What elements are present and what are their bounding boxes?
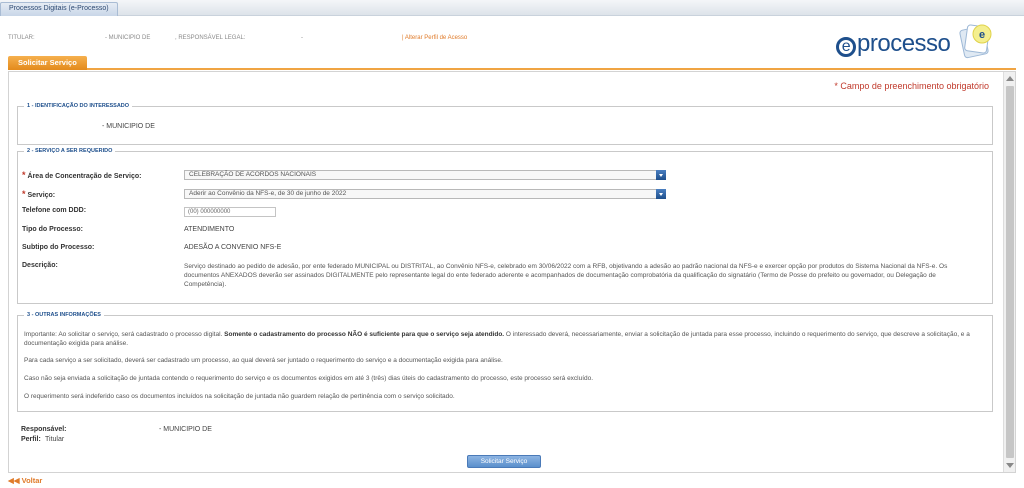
info-paragraph-1: Importante: Ao solicitar o serviço, será… [24, 331, 970, 347]
servico-select-value: Aderir ao Convênio da NFS-e, de 30 de ju… [189, 190, 347, 197]
perfil-value: Titular [45, 436, 65, 443]
required-star: * [22, 189, 26, 199]
servico-dropdown-icon[interactable] [656, 189, 666, 199]
subtipo-value: ADESÃO A CONVENIO NFS-E [184, 244, 282, 251]
section-identificacao: 1 - IDENTIFICAÇÃO DO INTERESSADO - MUNIC… [17, 103, 993, 145]
subtipo-label: Subtipo do Processo: [22, 244, 95, 251]
section3-legend: 3 - OUTRAS INFORMAÇÕES [27, 312, 101, 318]
solicitar-servico-button[interactable]: Solicitar Serviço [467, 455, 541, 468]
window-tab-title[interactable]: Processos Digitais (e-Processo) [0, 2, 118, 16]
area-select[interactable]: CELEBRAÇÃO DE ACORDOS NACIONAIS [184, 170, 666, 180]
logo-badge-icon: e [959, 24, 992, 59]
svg-text:e: e [979, 29, 985, 41]
window-top-bar: Processos Digitais (e-Processo) [0, 0, 1024, 16]
header-dash: - [301, 35, 303, 41]
main-panel: * Campo de preenchimento obrigatório 1 -… [8, 71, 1016, 473]
scroll-down-arrow-icon[interactable] [1006, 463, 1014, 468]
header-municipio: - MUNICIPIO DE [105, 35, 151, 41]
required-field-note: * Campo de preenchimento obrigatório [834, 81, 989, 91]
area-dropdown-icon[interactable] [656, 170, 666, 180]
section1-legend: 1 - IDENTIFICAÇÃO DO INTERESSADO [27, 103, 130, 109]
area-select-value: CELEBRAÇÃO DE ACORDOS NACIONAIS [189, 171, 317, 178]
info-paragraph-3: Caso não seja enviada a solicitação de j… [24, 375, 594, 382]
section-servico: 2 - SERVIÇO A SER REQUERIDO * Área de Con… [17, 148, 993, 304]
vertical-scrollbar[interactable] [1003, 72, 1015, 472]
info-paragraph-2: Para cada serviço a ser solicitado, deve… [24, 357, 503, 364]
alter-profile-link[interactable]: | Alterar Perfil de Acesso [402, 35, 467, 41]
servico-select[interactable]: Aderir ao Convênio da NFS-e, de 30 de ju… [184, 189, 666, 199]
descricao-label: Descrição: [22, 262, 58, 269]
required-star: * [22, 170, 26, 180]
interessado-value: - MUNICIPIO DE [102, 123, 155, 130]
responsavel-legal-label: , RESPONSÁVEL LEGAL: [175, 35, 246, 41]
back-link[interactable]: ◀◀ Voltar [8, 476, 42, 485]
tipo-value: ATENDIMENTO [184, 226, 235, 233]
responsavel-label: Responsável: [21, 426, 67, 433]
tab-solicitar-servico[interactable]: Solicitar Serviço [8, 56, 87, 70]
telefone-label: Telefone com DDD: [22, 207, 87, 214]
scroll-thumb[interactable] [1006, 86, 1014, 458]
telefone-input[interactable]: (00) 000000000 [184, 207, 276, 217]
section2-legend: 2 - SERVIÇO A SER REQUERIDO [27, 148, 113, 154]
info-paragraph-4: O requerimento será indeferido caso os d… [24, 393, 455, 400]
tipo-label: Tipo do Processo: [22, 226, 83, 233]
logo-e-letter: e [836, 37, 856, 57]
section-outras-informacoes: 3 - OUTRAS INFORMAÇÕES Importante: Ao so… [17, 312, 993, 412]
servico-label: Serviço: [27, 192, 56, 199]
area-label: Área de Concentração de Serviço: [27, 173, 142, 180]
perfil-label: Perfil: [21, 436, 41, 443]
scroll-up-arrow-icon[interactable] [1006, 76, 1014, 81]
logo-text: processo [857, 30, 951, 57]
tab-bar: Solicitar Serviço [8, 56, 1016, 70]
responsavel-value: - MUNICIPIO DE [159, 426, 212, 433]
descricao-value: Serviço destinado ao pedido de adesão, p… [184, 263, 948, 288]
titular-label: TITULAR: [8, 35, 35, 41]
